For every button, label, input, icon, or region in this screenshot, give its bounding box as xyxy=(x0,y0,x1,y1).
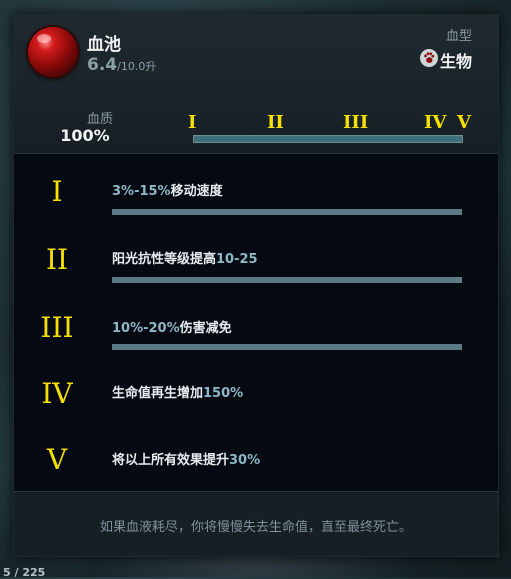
effect-text-5: 将以上所有效果提升30% xyxy=(112,449,260,468)
volume-current: 6.4 xyxy=(87,55,118,75)
effect-desc-3: 伤害减免 xyxy=(179,321,232,336)
effect-text-2: 阳光抗性等级提高10-25 xyxy=(112,248,258,267)
blood-volume: 6.4/10.0升 xyxy=(87,55,156,75)
blood-type-label: 血型 xyxy=(445,29,472,44)
effect-text-4: 生命值再生增加150% xyxy=(112,382,243,401)
tooltip-header: 血池 6.4/10.0升 血型 生物 血质 100% I II III IV V xyxy=(14,15,498,154)
effect-highlight-3: 10%-20% xyxy=(112,321,180,336)
blood-pool-tooltip: 血池 6.4/10.0升 血型 生物 血质 100% I II III IV V… xyxy=(13,14,499,557)
effect-highlight-1: 3%-15% xyxy=(112,184,171,199)
effect-text-3: 10%-20%伤害减免 xyxy=(112,317,232,336)
effect-numeral-5: V xyxy=(46,443,68,476)
quality-value: 100% xyxy=(60,126,110,145)
quality-bar xyxy=(193,135,463,143)
footer-warning-text: 如果血液耗尽，你将慢慢失去生命值，直至最终死亡。 xyxy=(99,520,412,535)
tooltip-footer: 如果血液耗尽，你将慢慢失去生命值，直至最终死亡。 xyxy=(14,491,498,556)
corner-counter: 5 / 225 xyxy=(3,566,46,579)
effect-numeral-2: II xyxy=(45,243,69,276)
tier-marker-4: IV xyxy=(424,112,447,133)
effect-highlight-2: 10-25 xyxy=(216,252,258,267)
tier-marker-1: I xyxy=(188,112,197,133)
blood-orb-icon xyxy=(28,27,78,77)
quality-label: 血质 xyxy=(86,112,113,127)
effect-numeral-4: IV xyxy=(41,377,73,410)
volume-max: /10.0升 xyxy=(117,60,157,73)
effect-bar-3 xyxy=(112,344,462,350)
effect-bar-1 xyxy=(112,209,462,215)
effect-highlight-4: 150% xyxy=(203,386,244,401)
effect-numeral-3: III xyxy=(40,311,74,344)
effect-numeral-1: I xyxy=(51,175,63,208)
item-title: 血池 xyxy=(87,35,121,55)
effect-bar-2 xyxy=(112,277,462,283)
tier-marker-5: V xyxy=(457,112,471,133)
paw-icon xyxy=(420,49,438,67)
blood-type-value: 生物 xyxy=(439,52,472,71)
tier-marker-2: II xyxy=(267,112,284,133)
quality-bar-fill xyxy=(194,136,462,142)
effect-desc-1: 移动速度 xyxy=(170,184,223,199)
effect-highlight-5: 30% xyxy=(229,453,261,468)
tier-marker-3: III xyxy=(343,112,369,133)
effect-text-1: 3%-15%移动速度 xyxy=(112,180,223,199)
effect-desc-4: 生命值再生增加 xyxy=(112,386,204,401)
effect-desc-2: 阳光抗性等级提高 xyxy=(112,252,217,267)
effect-desc-5: 将以上所有效果提升 xyxy=(112,453,230,468)
